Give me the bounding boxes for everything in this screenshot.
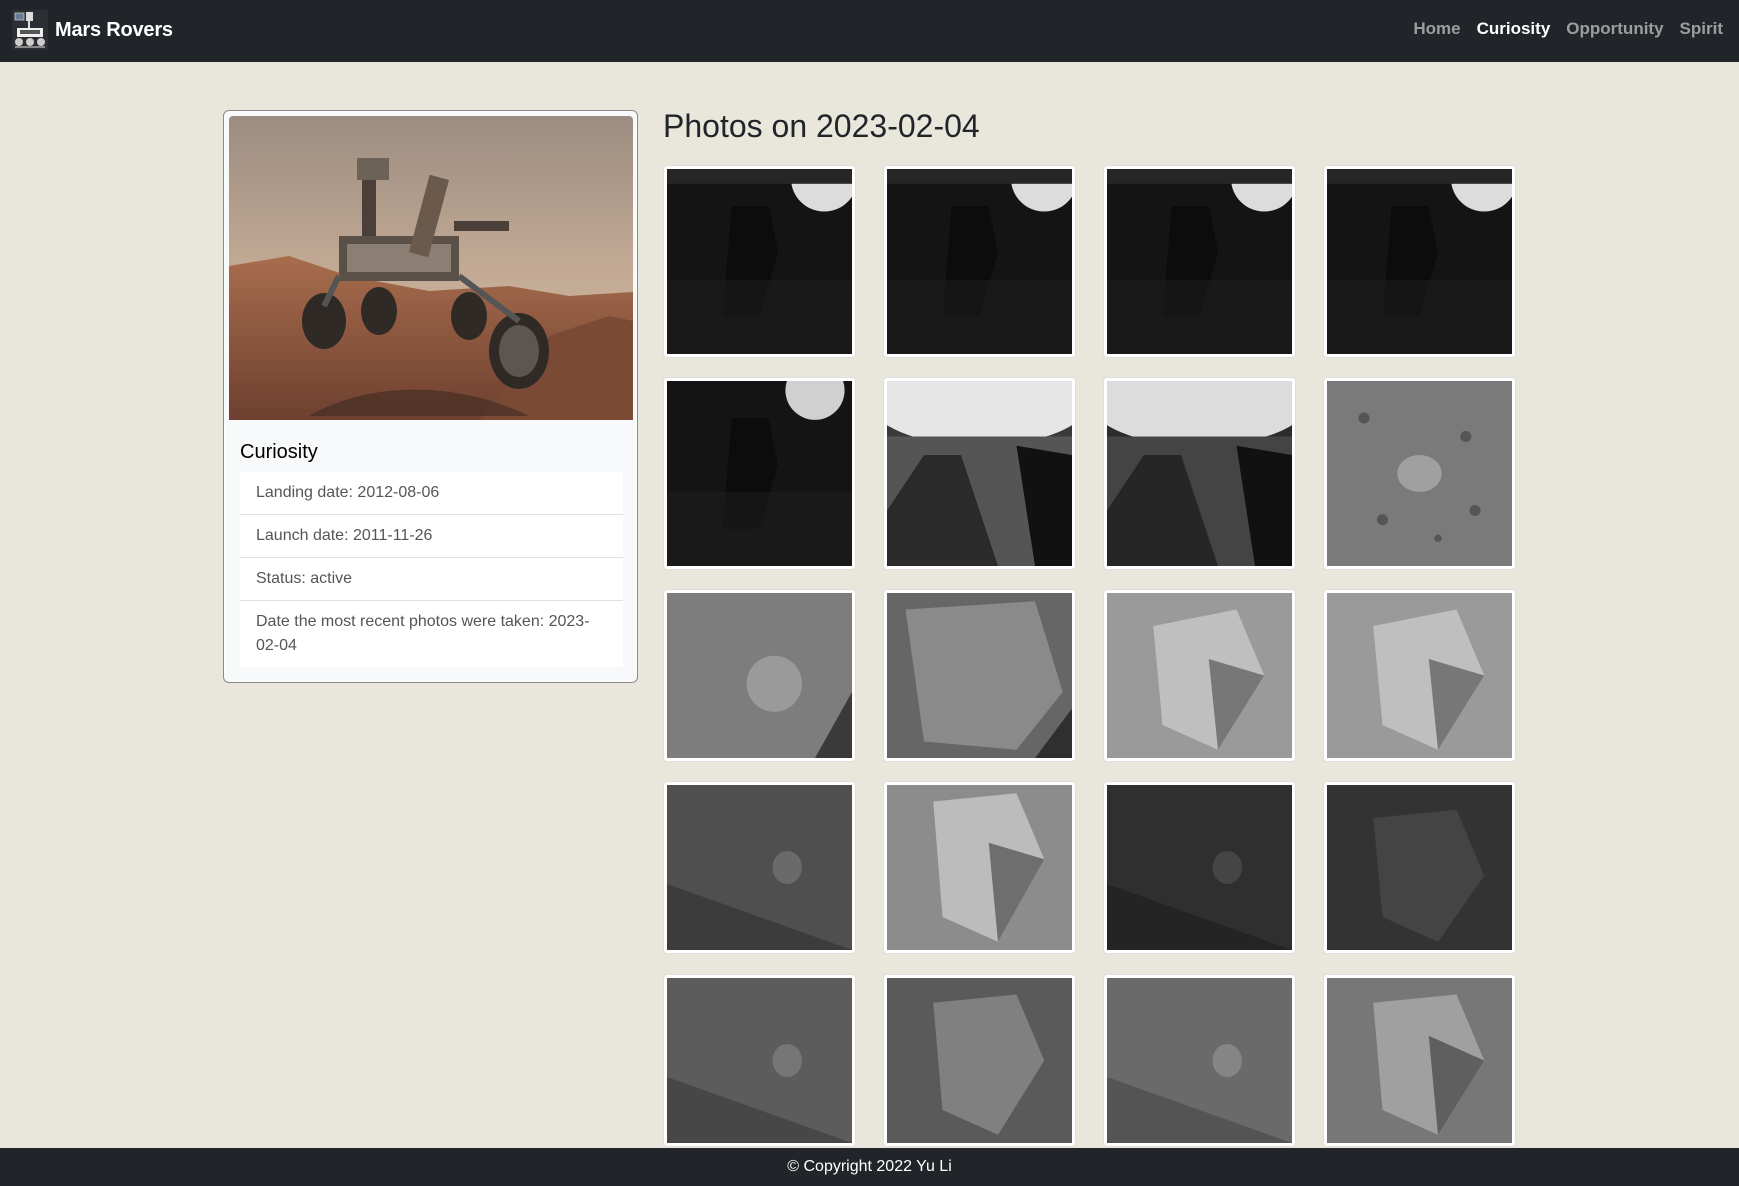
nav-link-curiosity[interactable]: Curiosity [1477, 19, 1551, 39]
rover-info-list: Landing date: 2012-08-06 Launch date: 20… [240, 472, 623, 667]
photo-thumbnail[interactable] [1103, 589, 1296, 762]
photo-thumbnail[interactable] [883, 589, 1076, 762]
photo-thumbnail[interactable] [883, 165, 1076, 358]
photo-thumbnail[interactable] [883, 377, 1076, 570]
photo-thumbnail[interactable] [1323, 781, 1516, 954]
photo-thumbnail[interactable] [883, 781, 1076, 954]
photo-thumbnail[interactable] [1323, 589, 1516, 762]
nav-links: Home Curiosity Opportunity Spirit [1413, 0, 1739, 58]
photo-thumbnail[interactable] [1103, 781, 1296, 954]
landing-date: Landing date: 2012-08-06 [240, 472, 623, 515]
nav-link-opportunity[interactable]: Opportunity [1566, 19, 1663, 39]
most-recent-photo-date: Date the most recent photos were taken: … [240, 601, 623, 667]
photo-thumbnail[interactable] [663, 781, 856, 954]
rover-logo-icon [12, 10, 48, 50]
photo-thumbnail[interactable] [883, 974, 1076, 1147]
footer: © Copyright 2022 Yu Li [0, 1148, 1739, 1186]
rover-image [229, 116, 633, 420]
photo-thumbnail[interactable] [663, 377, 856, 570]
photo-thumbnail[interactable] [1103, 165, 1296, 358]
photo-thumbnail[interactable] [663, 165, 856, 358]
brand-name: Mars Rovers [55, 18, 173, 41]
photo-thumbnail[interactable] [1103, 974, 1296, 1147]
nav-link-home[interactable]: Home [1413, 19, 1460, 39]
brand-link[interactable]: Mars Rovers [12, 8, 173, 52]
photo-thumbnail[interactable] [1323, 377, 1516, 570]
copyright-text: © Copyright 2022 Yu Li [787, 1158, 952, 1175]
rover-card: Curiosity Landing date: 2012-08-06 Launc… [223, 110, 638, 683]
photo-thumbnail[interactable] [1323, 974, 1516, 1147]
photo-thumbnail[interactable] [1103, 377, 1296, 570]
launch-date: Launch date: 2011-11-26 [240, 515, 623, 558]
nav-link-spirit[interactable]: Spirit [1680, 19, 1723, 39]
photo-thumbnail[interactable] [663, 589, 856, 762]
rover-name: Curiosity [240, 441, 318, 463]
photo-thumbnail[interactable] [663, 974, 856, 1147]
rover-status: Status: active [240, 558, 623, 601]
photos-grid [663, 165, 1523, 1147]
photo-thumbnail[interactable] [1323, 165, 1516, 358]
navbar: Mars Rovers Home Curiosity Opportunity S… [0, 0, 1739, 62]
photos-title: Photos on 2023-02-04 [663, 108, 980, 144]
